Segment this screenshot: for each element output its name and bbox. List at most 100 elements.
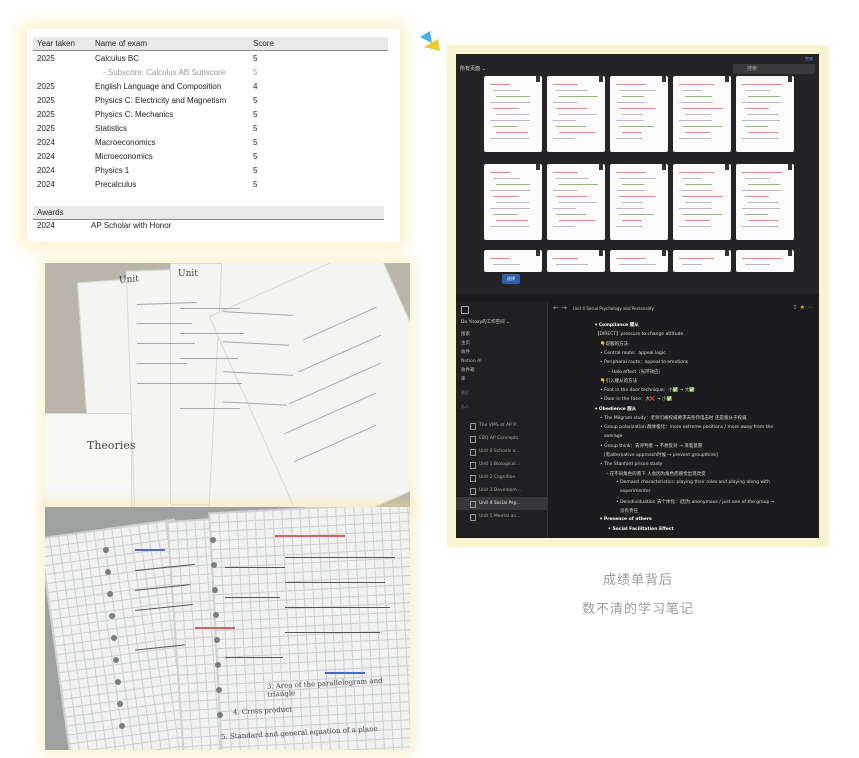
- editor-toolbar: ← → Unit 4 Social Psychology and Persona…: [548, 302, 819, 315]
- page-thumbnail[interactable]: [673, 250, 731, 272]
- note-line[interactable]: • Group think：去评判者 → 不想反对 → 凑着意愿: [600, 443, 702, 449]
- score-row: - Subscore: Calculus AB Subscore 5: [33, 65, 388, 79]
- sidebar-toggle-icon[interactable]: [461, 306, 469, 314]
- score-cell-score: 5: [253, 53, 258, 63]
- note-line[interactable]: • Peripheral route：appeal to emotions: [600, 359, 688, 365]
- page-thumbnail[interactable]: [736, 250, 794, 272]
- gallery-search-input[interactable]: 搜索: [733, 64, 815, 74]
- note-line[interactable]: • The Milgram study：老师们被权威要求去惩罚电击时 还是服从于…: [600, 415, 746, 421]
- gallery-title[interactable]: 所有页面 ⌄: [460, 65, 486, 72]
- score-table-body: 2025 Calculus BC 5- Subscore: Calculus AB …: [33, 51, 388, 192]
- nav-back-forward-icon[interactable]: ← →: [553, 304, 567, 312]
- page-thumbnail[interactable]: [736, 164, 794, 240]
- award-name: AP Scholar with Honor: [91, 221, 172, 230]
- gallery-done-link[interactable]: 完成: [805, 56, 813, 62]
- note-line[interactable]: 没有责任: [620, 508, 638, 514]
- page-thumbnail[interactable]: [484, 164, 542, 240]
- page-thumbnail[interactable]: [484, 250, 542, 272]
- sidebar-item-inbox[interactable]: 收件箱: [461, 366, 482, 375]
- decorative-burst-icon: [420, 31, 440, 51]
- page-thumbnail[interactable]: [547, 250, 605, 272]
- page-thumbnail[interactable]: [610, 250, 668, 272]
- share-icon[interactable]: ⇪: [793, 304, 800, 311]
- section-recent[interactable]: 最近: [461, 390, 469, 396]
- score-cell-score: 5: [253, 179, 258, 189]
- score-cell-year: [33, 65, 91, 79]
- note-line[interactable]: ▾ Obedience 服从: [595, 406, 636, 412]
- section-private[interactable]: 私人: [461, 404, 469, 410]
- sidebar-page-item[interactable]: The VIPS of AP P...: [456, 419, 547, 432]
- score-cell-year: 2025: [37, 81, 55, 91]
- sidebar-item-inbox-short[interactable]: 收件: [461, 348, 482, 357]
- score-cell-exam: Calculus BC: [95, 53, 140, 63]
- note-line[interactable]: • Foot in the door technique：小✅ → 大✅: [600, 387, 695, 393]
- unit-label-2: Unit: [178, 269, 198, 279]
- favorite-star-icon[interactable]: ★: [800, 304, 807, 311]
- note-line[interactable]: – Halo effect（光环效应）: [608, 369, 663, 375]
- page-thumbnail[interactable]: [736, 76, 794, 152]
- sidebar-page-item[interactable]: Unit 4 Social Psy...: [456, 497, 547, 510]
- note-line[interactable]: • The Stanford prison study: [600, 462, 662, 467]
- page-thumbnail[interactable]: [484, 76, 542, 152]
- note-line[interactable]: • Social Facilitation Effect: [608, 527, 674, 532]
- note-line[interactable]: • Door in the Face：大❌ → 小✅: [600, 396, 672, 402]
- notes-photo-stack: Theories Unit Unit: [45, 263, 410, 507]
- score-row: 2024 Macroeconomics 5: [33, 135, 388, 149]
- breadcrumb[interactable]: Unit 4 Social Psychology and Personality: [573, 306, 654, 311]
- score-row: 2025 Statistics 5: [33, 121, 388, 135]
- sidebar-item-library[interactable]: 库: [461, 375, 482, 384]
- note-line[interactable]: ▾ Presence of others: [600, 517, 652, 522]
- page-thumbnail[interactable]: [547, 164, 605, 240]
- note-line[interactable]: 【DIRECT】pressure to change attitude: [595, 331, 683, 337]
- sidebar-nav: 搜索 主页 收件 Notion AI 收件箱 库: [461, 330, 482, 384]
- score-report-card: Year taken Name of exam Score 2025 Calcul…: [27, 29, 400, 242]
- sidebar-item-notion-ai[interactable]: Notion AI: [461, 357, 482, 366]
- sidebar-page-item[interactable]: Unit 2 Cognition: [456, 471, 547, 484]
- score-cell-score: 5: [253, 95, 258, 105]
- page-thumbnail[interactable]: [673, 164, 731, 240]
- note-line[interactable]: • Central route：appeal logic: [600, 350, 666, 356]
- score-row: 2025 Calculus BC 5: [33, 51, 388, 66]
- sidebar-page-item[interactable]: Unit 3 Developm...: [456, 484, 547, 497]
- sidebar-item-home[interactable]: 主页: [461, 339, 482, 348]
- select-chip[interactable]: 选择: [502, 274, 520, 284]
- score-row: 2024 Precalculus 5: [33, 177, 388, 191]
- note-line[interactable]: [有alternative approach时候 → prevent group…: [604, 452, 718, 458]
- page-thumbnail[interactable]: [547, 76, 605, 152]
- note-line[interactable]: 👇引入顺从的方法: [600, 378, 637, 384]
- note-line[interactable]: experimenter: [620, 489, 650, 494]
- sidebar-page-item[interactable]: Unit 5 Mental an...: [456, 510, 547, 523]
- sidebar-page-item[interactable]: Unit 0 Schools o...: [456, 445, 547, 458]
- score-cell-exam: Statistics: [95, 123, 128, 133]
- sidebar-item-search[interactable]: 搜索: [461, 330, 482, 339]
- notes-photo-notebook: 3. Area of the parallelogram and triangl…: [45, 507, 410, 750]
- note-editor: ← → Unit 4 Social Psychology and Persona…: [548, 302, 819, 538]
- theories-text: Theories: [87, 439, 136, 452]
- sidebar-page-item[interactable]: EBQ AP Concepts: [456, 432, 547, 445]
- note-line[interactable]: average: [604, 434, 622, 439]
- page-thumbnail[interactable]: [610, 76, 668, 152]
- score-cell-score: 5: [253, 165, 258, 175]
- score-cell-year: 2024: [37, 179, 55, 189]
- status-bar: [456, 294, 819, 302]
- note-line[interactable]: ▾ Compliance 顺从: [595, 322, 639, 328]
- note-line[interactable]: • Group polarization 群体极化：more extreme p…: [600, 424, 773, 430]
- score-cell-score: 5: [253, 123, 258, 133]
- score-row: 2025 Physics C: Mechanics 5: [33, 107, 388, 121]
- page-thumbnail[interactable]: [610, 164, 668, 240]
- page-thumbnail[interactable]: [673, 76, 731, 152]
- more-icon[interactable]: ⋯: [807, 304, 815, 311]
- score-cell-score: 5: [253, 67, 258, 77]
- col-year-header: Year taken: [33, 37, 91, 51]
- score-cell-year: 2025: [37, 95, 55, 105]
- score-cell-exam: Precalculus: [95, 179, 137, 189]
- score-cell-exam: Microeconomics: [95, 151, 153, 161]
- score-cell-exam: Physics C: Electricity and Magnetism: [95, 95, 227, 105]
- note-line[interactable]: 👇说服的方法: [600, 341, 628, 347]
- note-line[interactable]: • Demand characteristics: playing their …: [616, 480, 770, 485]
- note-line[interactable]: • Deindividuation 去个体化：(因为 anonymous / j…: [616, 499, 775, 505]
- note-line[interactable]: – 在不同角色的落下 人会因为角色而感觉出现改变: [606, 471, 706, 477]
- sidebar-page-item[interactable]: Unit 1 Biological...: [456, 458, 547, 471]
- workspace-name[interactable]: Do Yiroxy的工作空间 ⌄: [461, 319, 510, 325]
- score-cell-score: 5: [253, 109, 258, 119]
